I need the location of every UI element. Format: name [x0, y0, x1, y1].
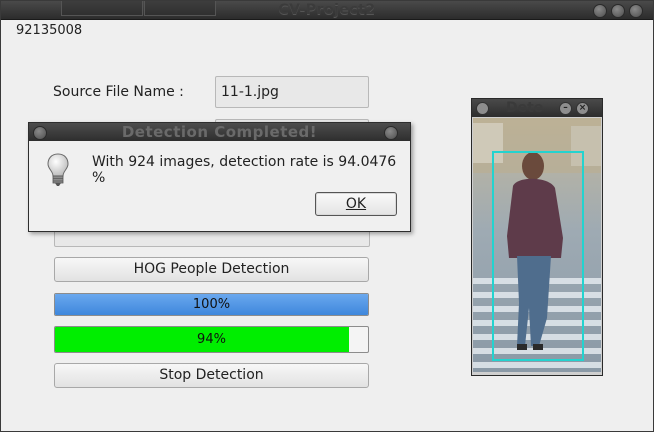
- progress-bar-primary: 100%: [54, 293, 369, 316]
- title-bar: CV-Project2: [1, 1, 653, 20]
- dialog-message: With 924 images, detection rate is 94.04…: [92, 154, 397, 186]
- close-icon[interactable]: [629, 4, 643, 18]
- progress-bar-detection-text: 94%: [197, 332, 226, 347]
- dialog-title-bar: Detection Completed!: [29, 123, 410, 141]
- image-window-minimize-icon[interactable]: –: [559, 102, 572, 115]
- dialog-title: Detection Completed!: [121, 123, 318, 141]
- image-window-title-bar: Dete – ×: [472, 99, 602, 117]
- image-window-menu-icon[interactable]: [476, 102, 489, 115]
- ok-button-label: OK: [345, 196, 367, 212]
- maximize-icon[interactable]: [611, 4, 625, 18]
- image-window-close-icon[interactable]: ×: [576, 102, 589, 115]
- id-text: 92135008: [16, 23, 83, 38]
- progress-bar-primary-text: 100%: [192, 297, 231, 312]
- dialog-close-icon[interactable]: [384, 126, 398, 140]
- ok-button[interactable]: OK: [315, 192, 397, 216]
- image-window-title: Dete: [506, 100, 544, 116]
- window-title: CV-Project2: [278, 2, 376, 18]
- lightbulb-icon: [47, 153, 69, 186]
- detection-bounding-box: [492, 151, 584, 361]
- hog-detection-button[interactable]: HOG People Detection: [54, 257, 369, 282]
- minimize-icon[interactable]: [593, 4, 607, 18]
- detection-completed-dialog: Detection Completed! With 924 images, de…: [28, 122, 411, 232]
- detection-image-window: Dete – ×: [471, 98, 603, 376]
- progress-bar-detection: 94%: [54, 326, 369, 353]
- stop-detection-button[interactable]: Stop Detection: [54, 363, 369, 388]
- source-file-label: Source File Name :: [53, 84, 184, 100]
- source-file-field[interactable]: 11-1.jpg: [215, 76, 369, 108]
